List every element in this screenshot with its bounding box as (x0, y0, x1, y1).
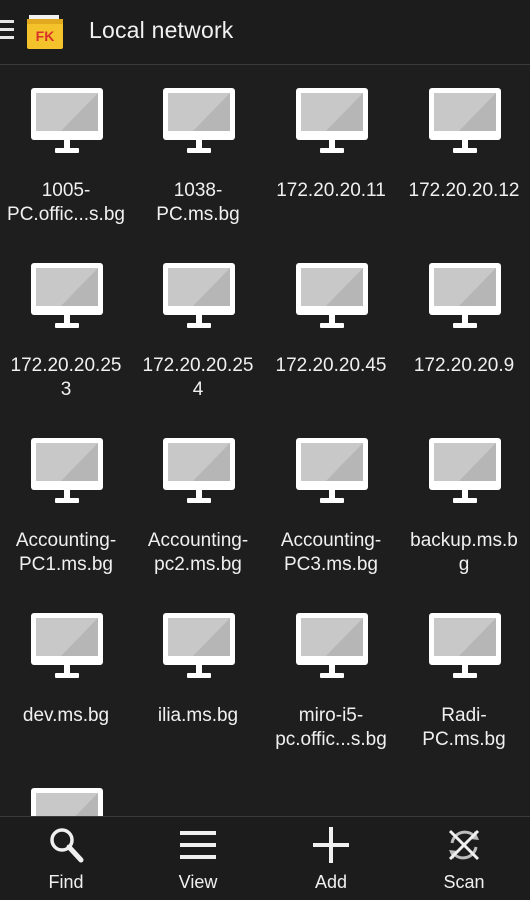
logo-text: FK (36, 28, 55, 44)
scan-icon (448, 829, 480, 861)
host-label: Accounting- pc2.ms.bg (147, 530, 249, 575)
host-item[interactable]: miro-i5- pc.offic...s.bg (265, 591, 397, 766)
host-item[interactable]: 172.20.20.45 (265, 241, 397, 416)
host-item[interactable]: 1038- PC.ms.bg (132, 66, 264, 241)
host-item[interactable]: 172.20.20.25 4 (132, 241, 264, 416)
host-label: 1005- PC.offic...s.bg (7, 180, 125, 225)
host-item[interactable]: Accounting- PC1.ms.bg (0, 416, 132, 591)
host-item[interactable]: dev.ms.bg (0, 591, 132, 766)
host-item[interactable]: Accounting- PC3.ms.bg (265, 416, 397, 591)
host-item[interactable]: 172.20.20.25 3 (0, 241, 132, 416)
host-label: 1038- PC.ms.bg (156, 180, 240, 225)
host-label: 172.20.20.12 (408, 180, 520, 201)
find-label: Find (48, 872, 84, 892)
host-label: 172.20.20.11 (276, 180, 386, 201)
host-item[interactable]: Accounting- pc2.ms.bg (132, 416, 264, 591)
add-button[interactable]: Add (265, 817, 397, 900)
scan-label: Scan (443, 872, 485, 892)
bottom-toolbar: Find View Add Scan (0, 816, 530, 900)
monitor-icon (31, 88, 103, 156)
host-item[interactable]: 1005- PC.offic...s.bg (0, 66, 132, 241)
monitor-icon (31, 438, 103, 506)
monitor-icon (429, 88, 501, 156)
host-label: 172.20.20.25 3 (10, 355, 122, 400)
app-root: FK Local network 1005- PC.offic...s.bg 10… (0, 0, 530, 900)
search-icon (50, 828, 84, 863)
monitor-icon (296, 613, 368, 681)
monitor-icon (296, 88, 368, 156)
monitor-icon (429, 438, 501, 506)
monitor-icon (296, 438, 368, 506)
monitor-icon (163, 263, 235, 331)
monitor-icon (31, 788, 103, 816)
monitor-icon (429, 263, 501, 331)
host-label: Accounting- PC1.ms.bg (15, 530, 117, 575)
host-item[interactable] (0, 766, 132, 816)
monitor-icon (163, 438, 235, 506)
monitor-icon (163, 88, 235, 156)
host-grid: 1005- PC.offic...s.bg 1038- PC.ms.bg 172.2… (0, 66, 530, 816)
app-header: FK Local network (0, 0, 530, 65)
monitor-icon (429, 613, 501, 681)
monitor-icon (163, 613, 235, 681)
host-item[interactable]: Radi- PC.ms.bg (398, 591, 530, 766)
host-item[interactable]: backup.ms.b g (398, 416, 530, 591)
host-label: miro-i5- pc.offic...s.bg (275, 705, 387, 750)
add-label: Add (314, 872, 348, 892)
host-label: 172.20.20.25 4 (142, 355, 254, 400)
page-title: Local network (89, 17, 234, 43)
host-label: backup.ms.b g (410, 530, 518, 575)
host-item[interactable]: ilia.ms.bg (132, 591, 264, 766)
view-label: View (178, 872, 218, 892)
host-label: Radi- PC.ms.bg (422, 705, 506, 750)
list-view-icon (180, 831, 216, 859)
host-item[interactable]: 172.20.20.9 (398, 241, 530, 416)
find-button[interactable]: Find (0, 817, 132, 900)
monitor-icon (296, 263, 368, 331)
host-label: 172.20.20.45 (275, 355, 387, 376)
host-label: dev.ms.bg (22, 705, 110, 726)
host-label: 172.20.20.9 (413, 355, 515, 376)
monitor-icon (31, 263, 103, 331)
plus-icon (313, 827, 349, 863)
host-item[interactable]: 172.20.20.11 (265, 66, 397, 241)
menu-icon[interactable] (0, 20, 14, 42)
monitor-icon (31, 613, 103, 681)
host-item[interactable]: 172.20.20.12 (398, 66, 530, 241)
scan-button[interactable]: Scan (398, 817, 530, 900)
app-logo-icon[interactable]: FK (26, 13, 64, 51)
host-label: Accounting- PC3.ms.bg (280, 530, 382, 575)
view-button[interactable]: View (132, 817, 264, 900)
host-label: ilia.ms.bg (157, 705, 239, 726)
